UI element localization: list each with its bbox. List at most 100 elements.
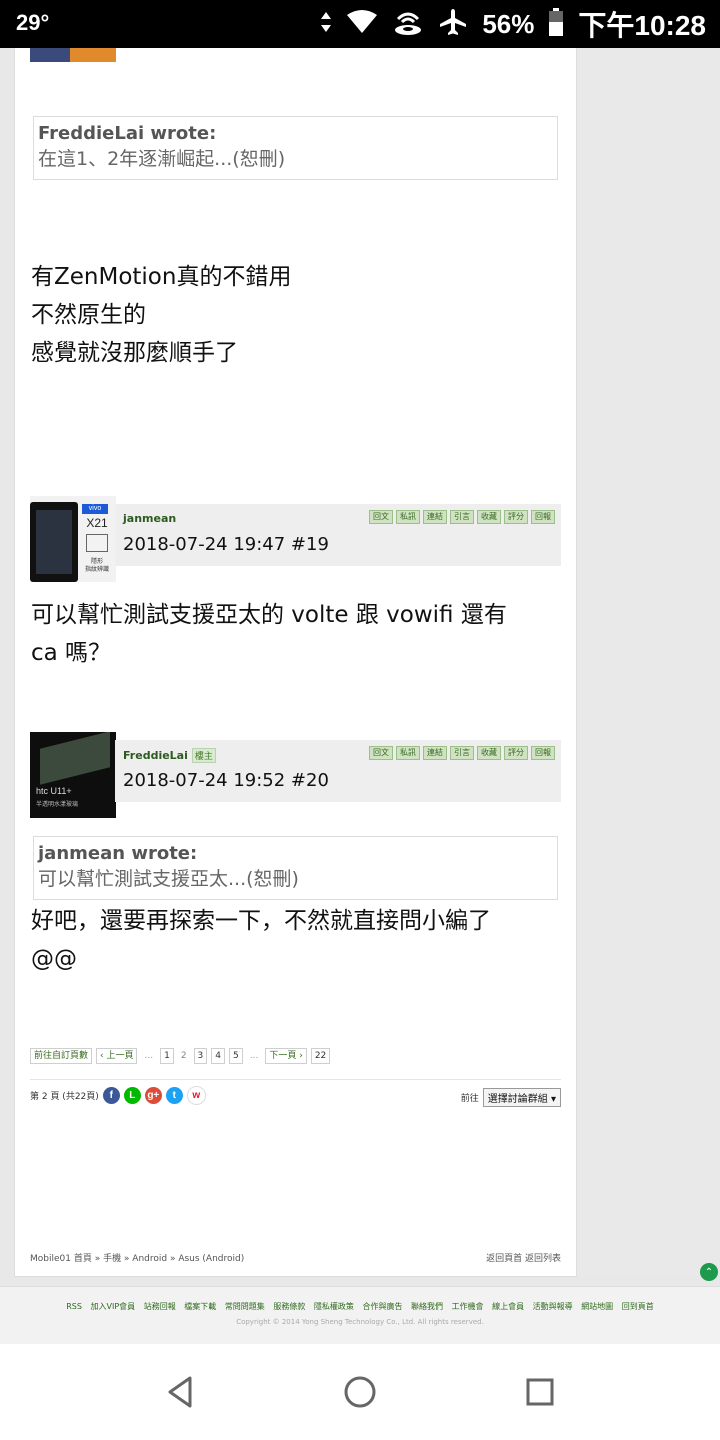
footer-link[interactable]: 網站地圖 (581, 1302, 613, 1311)
favorite-button[interactable]: 收藏 (477, 746, 501, 760)
back-triangle-icon (168, 1376, 192, 1408)
username-text[interactable]: FreddieLai (123, 749, 188, 762)
divider (30, 1079, 561, 1080)
post-text-line: 可以幫忙測試支援亞太的 volte 跟 vowifi 還有 (31, 602, 507, 628)
post-actions: 回文 私訊 連結 引言 收藏 評分 回報 (369, 510, 555, 524)
quote-author: FreddieLai wrote: (38, 123, 217, 144)
reply-button[interactable]: 回文 (369, 746, 393, 760)
link-button[interactable]: 連結 (423, 510, 447, 524)
scroll-to-top-button[interactable]: ⌃ (700, 1263, 718, 1281)
data-arrows-icon (320, 10, 332, 39)
footer-link[interactable]: 檔案下載 (184, 1302, 216, 1311)
rate-button[interactable]: 評分 (504, 746, 528, 760)
copyright: Copyright © 2014 Yong Sheng Technology C… (236, 1318, 484, 1326)
footer-links: RSS 加入VIP會員 站務回報 檔案下載 常問問題集 服務條款 隱私權政策 合… (0, 1301, 720, 1312)
message-button[interactable]: 私訊 (396, 746, 420, 760)
back-links: 返回頁首 返回列表 (486, 1251, 561, 1264)
prev-page-button[interactable]: ‹ 上一頁 (96, 1048, 138, 1064)
post-datetime: 2018-07-24 19:47 #19 (123, 534, 329, 555)
post-text-line: ca 嗎？ (31, 640, 112, 666)
twitter-icon[interactable]: t (165, 1087, 183, 1104)
recents-button[interactable] (522, 1374, 558, 1410)
back-to-top-link[interactable]: 返回頁首 (486, 1254, 522, 1264)
wifi-icon (346, 9, 378, 40)
page-link-3[interactable]: 3 (193, 1048, 208, 1064)
quote-text: 可以幫忙測試支援亞太...(恕刪) (38, 868, 299, 890)
post-body: 好吧，還要再探索一下，不然就直接問小編了 @@ (31, 902, 491, 978)
avatar[interactable]: vivo X21 隱形 指紋辨識 (30, 496, 116, 582)
temperature: 29° (16, 10, 50, 35)
android-nav-bar (0, 1344, 720, 1440)
reply-button[interactable]: 回文 (369, 510, 393, 524)
model-label: X21 (86, 516, 108, 530)
right-column (576, 48, 720, 1276)
battery-icon (548, 7, 564, 41)
share-row: 第 2 頁 (共22頁) f L g+ t w (30, 1086, 206, 1105)
quote-button[interactable]: 引言 (450, 510, 474, 524)
clock: 下午10:28 (578, 10, 706, 41)
line-icon[interactable]: L (123, 1087, 141, 1104)
page-info: 第 2 頁 (共22頁) (30, 1092, 99, 1102)
footer-link[interactable]: 工作機會 (452, 1302, 484, 1311)
quote-block: FreddieLai wrote: 在這1、2年逐漸崛起...(恕刪) (33, 116, 558, 180)
footer-link[interactable]: 站務回報 (144, 1302, 176, 1311)
page-link-4[interactable]: 4 (211, 1048, 226, 1064)
post-text-line: 有ZenMotion真的不錯用 (31, 264, 292, 290)
report-button[interactable]: 回報 (531, 510, 555, 524)
breadcrumb[interactable]: Mobile01 首頁 » 手機 » Android » Asus (Andro… (30, 1251, 244, 1264)
footer-link[interactable]: 服務條款 (273, 1302, 305, 1311)
link-button[interactable]: 連結 (423, 746, 447, 760)
next-page-button[interactable]: 下一頁 › (265, 1048, 307, 1064)
quote-button[interactable]: 引言 (450, 746, 474, 760)
avatar (30, 48, 116, 62)
footer-link[interactable]: 活動與報導 (533, 1302, 573, 1311)
footer-link[interactable]: 合作與廣告 (362, 1302, 402, 1311)
fingerprint-icon (86, 534, 108, 552)
group-select-value: 選擇討論群組 (487, 1094, 548, 1105)
post-body: 可以幫忙測試支援亞太的 volte 跟 vowifi 還有 ca 嗎？ (31, 596, 507, 672)
page-link-5[interactable]: 5 (229, 1048, 243, 1064)
avatar-caption: 指紋辨識 (84, 566, 109, 573)
site-footer: RSS 加入VIP會員 站務回報 檔案下載 常問問題集 服務條款 隱私權政策 合… (0, 1286, 720, 1344)
post-text-line: 好吧，還要再探索一下，不然就直接問小編了 (31, 908, 491, 934)
back-button[interactable] (162, 1374, 198, 1410)
favorite-button[interactable]: 收藏 (477, 510, 501, 524)
thread-card: FreddieLai wrote: 在這1、2年逐漸崛起...(恕刪) 有Zen… (14, 48, 577, 1277)
airplane-mode-icon (438, 7, 468, 42)
pager-ellipsis: ... (246, 1049, 262, 1063)
weibo-icon[interactable]: w (186, 1086, 206, 1105)
quote-author: janmean wrote: (38, 843, 198, 864)
username[interactable]: janmean (123, 512, 176, 525)
footer-link[interactable]: 隱私權政策 (314, 1302, 354, 1311)
footer-link[interactable]: 加入VIP會員 (91, 1302, 136, 1311)
username[interactable]: FreddieLai 樓主 (123, 748, 216, 763)
rate-button[interactable]: 評分 (504, 510, 528, 524)
back-to-list-link[interactable]: 返回列表 (525, 1254, 561, 1264)
goto-page-button[interactable]: 前往自訂頁數 (30, 1048, 93, 1064)
web-page: FreddieLai wrote: 在這1、2年逐漸崛起...(恕刪) 有Zen… (0, 48, 720, 1344)
google-plus-icon[interactable]: g+ (144, 1087, 162, 1104)
page-link-last[interactable]: 22 (310, 1048, 331, 1064)
group-selector: 前往 選擇討論群組 ▾ (461, 1088, 561, 1107)
page-link-1[interactable]: 1 (160, 1048, 174, 1064)
post-header: FreddieLai 樓主 2018-07-24 19:52 #20 回文 私訊 … (115, 740, 561, 802)
group-select[interactable]: 選擇討論群組 ▾ (482, 1088, 561, 1107)
quote-block: janmean wrote: 可以幫忙測試支援亞太...(恕刪) (33, 836, 558, 900)
footer-link[interactable]: 線上會員 (492, 1302, 524, 1311)
post-text-line: 感覺就沒那麼順手了 (31, 340, 238, 366)
footer-link[interactable]: 常問問題集 (225, 1302, 265, 1311)
pagination: 前往自訂頁數 ‹ 上一頁 ... 1 2 3 4 5 ... 下一頁 › 22 (30, 1048, 331, 1064)
footer-link[interactable]: 回到頁首 (622, 1302, 654, 1311)
avatar-caption: 半透明水漾玻璃 (36, 801, 79, 808)
chevron-up-icon: ⌃ (704, 1266, 714, 1278)
message-button[interactable]: 私訊 (396, 510, 420, 524)
report-button[interactable]: 回報 (531, 746, 555, 760)
footer-link[interactable]: RSS (66, 1302, 82, 1311)
footer-link[interactable]: 聯絡我們 (411, 1302, 443, 1311)
avatar[interactable]: htc U11+ 半透明水漾玻璃 (30, 732, 116, 818)
home-circle-icon (344, 1376, 376, 1408)
facebook-icon[interactable]: f (102, 1087, 120, 1104)
status-bar: 29° 56% 下午10:28 (0, 0, 720, 48)
battery-percent: 56% (482, 8, 535, 39)
home-button[interactable] (342, 1374, 378, 1410)
